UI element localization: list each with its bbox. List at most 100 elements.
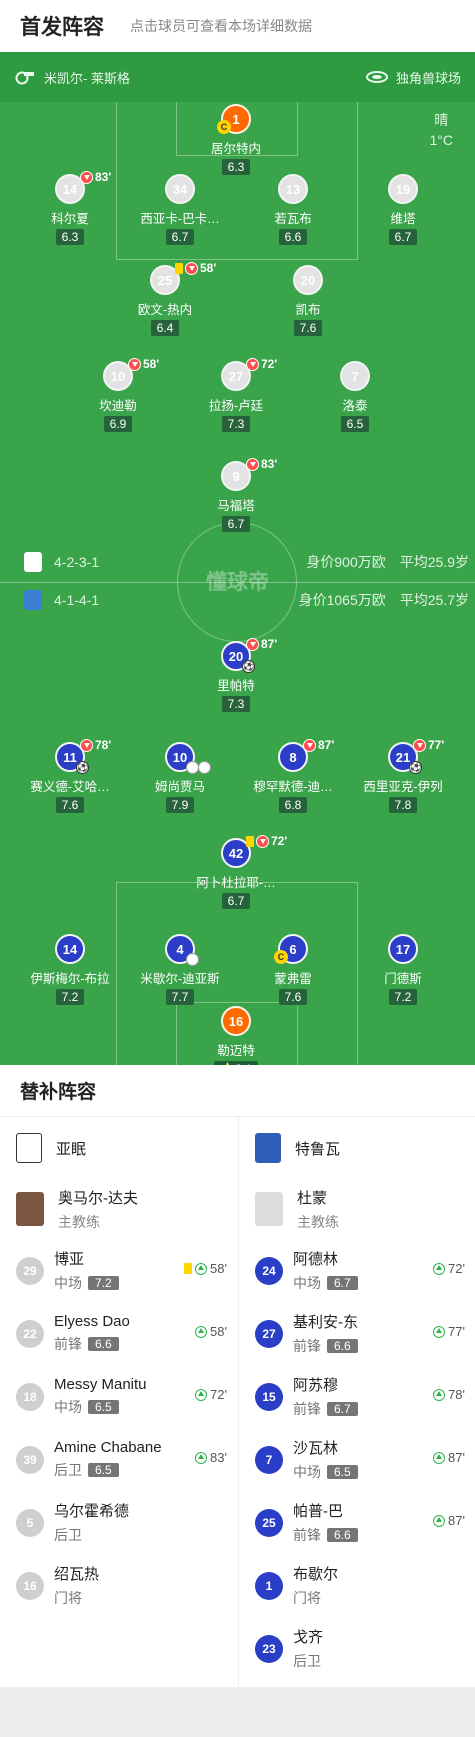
away-player[interactable]: 4 米歇尔-迪亚斯 7.7 bbox=[125, 934, 235, 1006]
position-label: 后卫 bbox=[54, 1462, 82, 1478]
home-player[interactable]: 14 83' 科尔夏 6.3 bbox=[15, 170, 125, 246]
away-bench-team[interactable]: 特鲁瓦 bbox=[239, 1117, 475, 1179]
home-player[interactable]: 25 58' 欧文-热内 6.4 bbox=[110, 261, 220, 337]
away-player[interactable]: 14 伊斯梅尔-布拉 7.2 bbox=[15, 934, 125, 1006]
away-player[interactable]: 17 门德斯 7.2 bbox=[348, 934, 458, 1006]
player-name: 布歇尔 bbox=[293, 1566, 339, 1583]
away-coach[interactable]: 杜蒙 主教练 bbox=[239, 1179, 475, 1239]
player-name: 拉扬-卢廷 bbox=[208, 399, 264, 413]
player-number: 9 83' bbox=[221, 457, 277, 491]
home-player[interactable]: 19 维塔 6.7 bbox=[348, 174, 458, 246]
away-player[interactable]: 21 ⚽ 77' 西里亚克-伊列 7.8 bbox=[348, 738, 458, 814]
player-rating: 7.6 bbox=[278, 989, 308, 1005]
sub-in-time: 87' bbox=[433, 1450, 465, 1465]
away-player[interactable]: 20 ⚽ 87' 里帕特 7.3 bbox=[181, 637, 291, 713]
player-info: Messy Manitu 中场 6.5 bbox=[54, 1376, 147, 1417]
bench-player[interactable]: 24 阿德林 中场 6.7 72' bbox=[239, 1239, 475, 1302]
player-position: 后卫 6.5 bbox=[54, 1460, 162, 1480]
player-name: 乌尔霍希德 bbox=[54, 1503, 130, 1520]
away-player[interactable]: 10 姆尚贾马 7.9 bbox=[125, 742, 235, 814]
player-rating: 7.2 bbox=[88, 1276, 119, 1290]
home-player[interactable]: 7 洛泰 6.5 bbox=[300, 361, 410, 433]
player-number: 20 ⚽ 87' bbox=[221, 637, 277, 673]
bench-player[interactable]: 15 阿苏穆 前锋 6.7 78' bbox=[239, 1365, 475, 1428]
match-info-bar: 米凯尔- 莱斯格 独角兽球场 bbox=[0, 52, 475, 102]
sub-in-time: 58' bbox=[195, 1324, 227, 1339]
player-number: 25 58' bbox=[150, 261, 216, 295]
home-team-summary: 4-2-3-1 身价900万欧 平均25.9岁 bbox=[24, 552, 469, 572]
bench-player[interactable]: 29 博亚 中场 7.2 58' bbox=[0, 1239, 237, 1302]
player-name: 科尔夏 bbox=[51, 212, 89, 226]
player-name: 欧文-热内 bbox=[137, 303, 193, 317]
home-player[interactable]: 9 83' 马福塔 6.7 bbox=[181, 457, 291, 533]
player-position: 前锋 6.7 bbox=[293, 1399, 358, 1419]
sub-out-icon bbox=[246, 457, 259, 471]
home-player[interactable]: 27 72' 拉扬-卢廷 7.3 bbox=[181, 357, 291, 433]
player-rating: 6.3 bbox=[221, 159, 251, 175]
player-name: 门德斯 bbox=[384, 972, 422, 986]
position-label: 前锋 bbox=[293, 1527, 321, 1543]
home-player[interactable]: 34 西亚卡-巴卡… 6.7 bbox=[125, 174, 235, 246]
player-position: 中场 7.2 bbox=[54, 1273, 119, 1293]
away-player[interactable]: 6 C 蒙弗雷 7.6 bbox=[238, 934, 348, 1006]
player-events: 72' bbox=[246, 834, 287, 848]
home-player[interactable]: 1 C 居尔特内 6.3 bbox=[181, 104, 291, 176]
player-number: 11 ⚽ 78' bbox=[55, 738, 111, 774]
player-name: 凯布 bbox=[295, 303, 321, 317]
coach-avatar bbox=[16, 1192, 44, 1226]
player-rating: 6.6 bbox=[278, 229, 308, 245]
away-player[interactable]: 11 ⚽ 78' 赛义德-艾哈… 7.6 bbox=[15, 738, 125, 814]
player-position: 中场 6.7 bbox=[293, 1273, 358, 1293]
yellow-card-icon bbox=[175, 262, 183, 274]
bench-player[interactable]: 39 Amine Chabane 后卫 6.5 83' bbox=[0, 1428, 237, 1491]
player-rating: 6.5 bbox=[88, 1463, 119, 1477]
player-name: 戈齐 bbox=[293, 1629, 324, 1646]
player-name: 赛义德-艾哈… bbox=[30, 780, 110, 794]
sub-out-icon bbox=[256, 834, 269, 848]
home-bench-team[interactable]: 亚眠 bbox=[0, 1117, 237, 1179]
sub-time: 58' bbox=[200, 261, 217, 275]
sub-minute: 72' bbox=[210, 1387, 227, 1402]
sub-out-icon bbox=[246, 357, 259, 371]
player-number: 27 bbox=[255, 1319, 283, 1348]
sub-time: 78' bbox=[95, 738, 112, 752]
bench-player[interactable]: 27 基利安-东 前锋 6.6 77' bbox=[239, 1302, 475, 1365]
sub-time: 58' bbox=[143, 357, 160, 371]
position-label: 后卫 bbox=[54, 1527, 82, 1543]
bench-player[interactable]: 16 绍瓦热 门将 bbox=[0, 1554, 237, 1617]
player-name: 博亚 bbox=[54, 1251, 85, 1268]
player-number: 15 bbox=[255, 1382, 283, 1411]
home-player[interactable]: 13 若瓦布 6.6 bbox=[238, 174, 348, 246]
bench-player[interactable]: 1 布歇尔 门将 bbox=[239, 1554, 475, 1617]
coach-name: 奥马尔-达夫 bbox=[58, 1189, 138, 1207]
player-events: 58' bbox=[128, 357, 159, 371]
player-info: 乌尔霍希德 后卫 bbox=[54, 1500, 129, 1545]
away-team-summary: 4-1-4-1 身价1065万欧 平均25.7岁 bbox=[24, 590, 469, 610]
bench-player[interactable]: 22 Elyess Dao 前锋 6.6 58' bbox=[0, 1302, 237, 1365]
player-rating: 6.7 bbox=[165, 229, 195, 245]
away-player[interactable]: 16勒迈特⭐8.1 bbox=[181, 1006, 291, 1065]
home-player[interactable]: 10 58' 坎迪勒 6.9 bbox=[63, 357, 173, 433]
sub-in-icon bbox=[433, 1325, 446, 1338]
player-info: 阿德林 中场 6.7 bbox=[293, 1248, 358, 1293]
player-info: 布歇尔 门将 bbox=[293, 1563, 338, 1608]
home-player[interactable]: 20 凯布 7.6 bbox=[253, 265, 363, 337]
position-label: 中场 bbox=[293, 1275, 321, 1291]
bench-player[interactable]: 23 戈齐 后卫 bbox=[239, 1617, 475, 1680]
away-player[interactable]: 42 72' 阿卜杜拉耶-… 6.7 bbox=[181, 834, 291, 910]
sub-in-icon bbox=[433, 1451, 446, 1464]
home-coach[interactable]: 奥马尔-达夫 主教练 bbox=[0, 1179, 237, 1239]
bench-player[interactable]: 25 帕普-巴 前锋 6.6 87' bbox=[239, 1491, 475, 1554]
player-rating: 6.5 bbox=[327, 1465, 358, 1479]
bench-player[interactable]: 18 Messy Manitu 中场 6.5 72' bbox=[0, 1365, 237, 1428]
bench-player[interactable]: 5 乌尔霍希德 后卫 bbox=[0, 1491, 237, 1554]
player-rating: 6.7 bbox=[327, 1276, 358, 1290]
player-rating: 6.6 bbox=[327, 1528, 358, 1542]
player-name: 里帕特 bbox=[217, 679, 255, 693]
player-position: 前锋 6.6 bbox=[293, 1336, 358, 1356]
home-value: 身价900万欧 bbox=[306, 554, 386, 570]
player-rating: 7.6 bbox=[293, 320, 323, 336]
bench-player[interactable]: 7 沙瓦林 中场 6.5 87' bbox=[239, 1428, 475, 1491]
player-position: 后卫 bbox=[54, 1525, 129, 1545]
away-player[interactable]: 8 87' 穆罕默德-迪… 6.8 bbox=[238, 738, 348, 814]
